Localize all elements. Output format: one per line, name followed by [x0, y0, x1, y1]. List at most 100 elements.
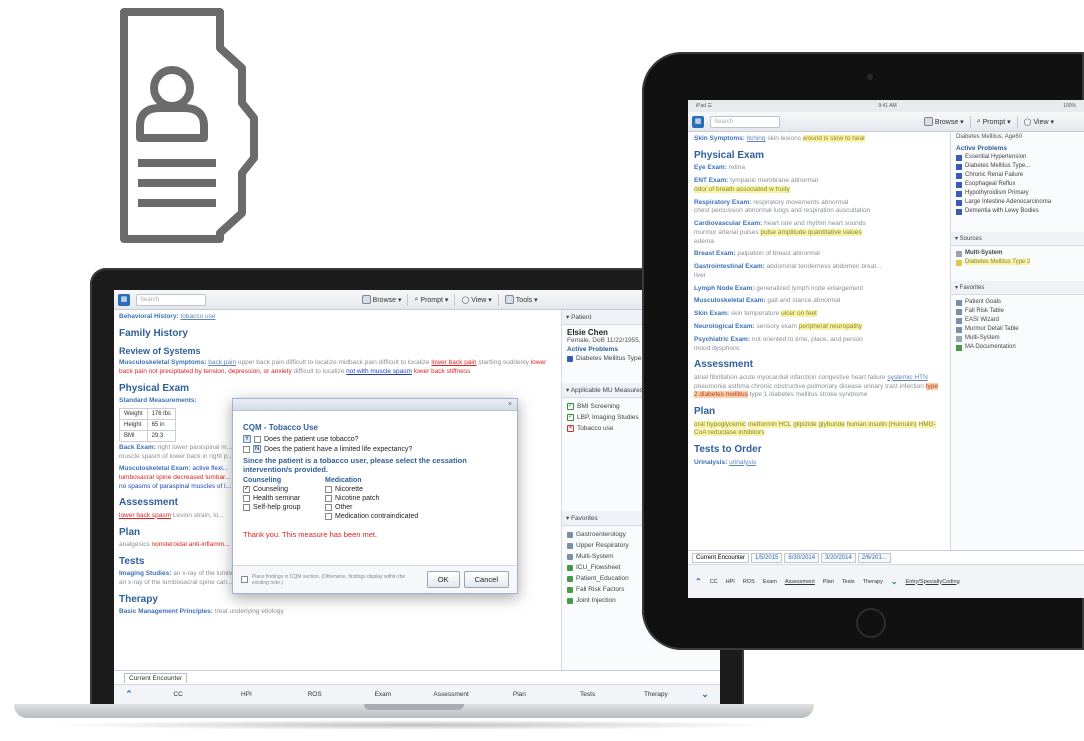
nav-item[interactable]: HPI [722, 579, 739, 585]
nav-item[interactable]: Tests [838, 579, 859, 585]
tab-current-encounter[interactable]: Current Encounter [692, 552, 750, 563]
ok-button[interactable]: OK [426, 571, 460, 588]
finding[interactable]: liver [694, 272, 706, 279]
answer-no-toggle[interactable]: N [253, 445, 261, 453]
plan-item-highlighted[interactable]: human insulin (Humulin) [846, 420, 917, 428]
app-logo-icon[interactable]: ▦ [118, 293, 130, 306]
plan-item[interactable]: analgesics [119, 541, 150, 548]
finding[interactable]: respiratory movements abnormal [753, 199, 848, 206]
answer-yes-toggle[interactable]: Y [243, 435, 251, 443]
finding[interactable]: chronic obstructive pulmonary disease [751, 383, 862, 390]
favorite-item[interactable]: Fall Risk Table [951, 307, 1084, 316]
chevron-up-icon[interactable]: ⌃ [691, 577, 706, 586]
finding-highlighted[interactable]: ulcer on feet [781, 310, 817, 318]
problem-item[interactable]: Diabetes Mellitus Type... [951, 162, 1084, 171]
source-item[interactable]: Diabetes Mellitus Type 2 [951, 258, 1084, 267]
nav-item[interactable]: Assessment [417, 691, 485, 698]
option-self-help-group[interactable]: Self-help group [243, 504, 317, 511]
nav-item[interactable]: Therapy [859, 579, 887, 585]
favorite-item[interactable]: Patient Goals [951, 298, 1084, 307]
tab-encounter-date[interactable]: 1/5/2015 [751, 552, 783, 563]
problem-item[interactable]: Essential Hypertension [951, 153, 1084, 162]
checkbox[interactable] [325, 486, 332, 493]
plan-item-highlighted[interactable]: glyburide [818, 420, 845, 428]
finding[interactable]: abdominal tenderness [767, 263, 831, 270]
option-counseling[interactable]: ✓ Counseling [243, 486, 317, 493]
ros-finding[interactable]: upper back pain difficult to localize [238, 359, 337, 366]
close-icon[interactable]: × [508, 401, 512, 408]
favorite-item[interactable]: Multi-System [951, 334, 1084, 343]
nav-item[interactable]: Exam [349, 691, 417, 698]
chevron-down-icon[interactable]: ⌄ [690, 689, 720, 700]
finding[interactable]: atrial fibrillation [694, 374, 737, 381]
finding-highlighted[interactable]: wound is slow to heal [802, 135, 865, 142]
source-item[interactable]: Multi-System [951, 249, 1084, 258]
finding-highlighted[interactable]: pulse amplitude quantitative values [760, 228, 862, 236]
search-input[interactable]: Search [710, 115, 780, 128]
finding[interactable]: heart rate and rhythm [764, 220, 826, 227]
ros-finding[interactable]: startling suddenly [478, 359, 529, 366]
finding[interactable]: skin temperature [731, 310, 779, 317]
finding[interactable]: lungs and respiration auscultation [774, 207, 871, 214]
finding[interactable]: urinalysis [729, 459, 756, 466]
ros-finding[interactable]: difficult to localize [294, 368, 345, 375]
finding[interactable]: asthma [728, 383, 749, 390]
ros-finding[interactable]: lower back stiffness [414, 368, 471, 375]
cancel-button[interactable]: Cancel [463, 571, 509, 588]
finding[interactable]: retina [729, 164, 745, 171]
nav-item[interactable]: ROS [739, 579, 759, 585]
browse-button[interactable]: Browse ▾ [923, 117, 964, 126]
chevron-up-icon[interactable]: ⌃ [114, 689, 144, 700]
plan-item[interactable]: nonsteroidal anti-inflamm... [152, 541, 230, 548]
ros-finding[interactable]: midback pain difficult to localize [339, 359, 430, 366]
finding[interactable]: murmur [694, 229, 716, 236]
nav-item[interactable]: Exam [759, 579, 781, 585]
finding[interactable]: not oriented to time, place, and person [752, 336, 863, 343]
favorites-panel-header[interactable]: ▾ Favorites [951, 281, 1084, 295]
finding-highlighted[interactable]: peripheral neuropathy [798, 322, 863, 330]
tab-encounter-date[interactable]: 3/20/2014 [821, 552, 856, 563]
finding-highlighted[interactable]: odor of breath associated w fruity [694, 185, 790, 193]
nav-item-active[interactable]: Assessment [781, 579, 819, 585]
assessment-finding[interactable]: Lesion strain, lo... [173, 512, 224, 519]
tab-current-encounter[interactable]: Current Encounter [124, 672, 188, 683]
option-medication-contraindicated[interactable]: Medication contraindicated [325, 513, 445, 520]
msk-finding[interactable]: active flexi... [192, 465, 228, 472]
finding[interactable]: abdomen breat... [832, 263, 881, 270]
finding[interactable]: heart sounds [828, 220, 866, 227]
checkbox[interactable] [243, 495, 250, 502]
checkbox[interactable] [325, 513, 332, 520]
vital-value[interactable]: 176 lbs [146, 408, 176, 421]
view-button[interactable]: ◯ View ▾ [461, 296, 491, 304]
finding[interactable]: congestive heart failure [818, 374, 885, 381]
plan-item-highlighted[interactable]: metformin HCL [747, 420, 792, 428]
problem-item[interactable]: Dementia with Lewy Bodies [951, 207, 1084, 216]
plan-item-highlighted[interactable]: glipizide [793, 420, 817, 428]
finding[interactable]: sensory exam [757, 323, 797, 330]
browse-button[interactable]: Browse ▾ [361, 295, 401, 304]
vital-value[interactable]: 65 in [146, 419, 176, 432]
checkbox[interactable] [325, 495, 332, 502]
app-logo-icon[interactable]: ▦ [692, 115, 704, 128]
problem-item[interactable]: Hypothyroidism Primary [951, 189, 1084, 198]
finding[interactable]: mood dysphoric [694, 345, 740, 352]
nav-item[interactable]: CC [144, 691, 212, 698]
checkbox[interactable] [243, 445, 250, 453]
sources-panel-header[interactable]: ▾ Sources [951, 232, 1084, 246]
finding[interactable]: acute myocardial infarction [739, 374, 816, 381]
finding[interactable]: gait and stance abnormal [767, 297, 840, 304]
therapy-finding[interactable]: treat underlying etiology [215, 608, 284, 615]
plan-item-highlighted[interactable]: oral hypoglycemic [694, 420, 747, 428]
option-health-seminar[interactable]: Health seminar [243, 495, 317, 502]
checkbox[interactable] [254, 435, 261, 443]
checkbox[interactable] [325, 504, 332, 511]
tools-button[interactable]: Tools ▾ [504, 295, 538, 304]
prompt-button[interactable]: ⌕ Prompt ▾ [977, 118, 1011, 126]
checkbox-checked[interactable]: ✓ [243, 486, 250, 493]
checkbox[interactable] [243, 504, 250, 511]
problem-item[interactable]: Esophageal Reflux [951, 180, 1084, 189]
tab-encounter-date[interactable]: 6/30/2014 [784, 552, 820, 563]
problem-item[interactable]: Chronic Renal Failure [951, 171, 1084, 180]
nav-item[interactable]: Plan [485, 691, 553, 698]
behavioral-value[interactable]: tobacco use [180, 313, 215, 320]
